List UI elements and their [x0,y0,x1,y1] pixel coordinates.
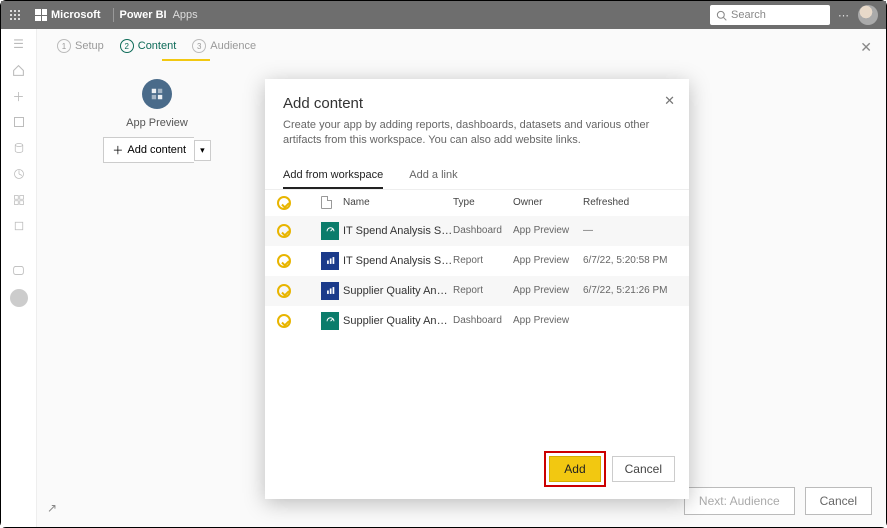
data-hub-icon[interactable] [12,141,26,155]
app-preview-panel: App Preview ＋Add content ▾ [97,79,217,163]
row-type: Report [453,285,513,296]
row-refreshed: 6/7/22, 5:21:26 PM [583,285,677,296]
tab-add-a-link[interactable]: Add a link [409,169,457,189]
metrics-icon[interactable] [12,167,26,181]
step-audience-label: Audience [210,40,256,52]
row-checkbox[interactable] [277,314,291,328]
modal-footer: Add Cancel [265,439,689,499]
app-launcher-icon[interactable] [1,9,29,21]
main-content: ✕ 1Setup 2Content 3Audience App Preview … [37,29,886,527]
add-content-dropdown[interactable]: ▾ [194,140,211,161]
step-content-label: Content [138,40,177,52]
row-owner: App Preview [513,315,583,326]
workspaces-icon[interactable] [12,263,26,277]
modal-description: Create your app by adding reports, dashb… [283,118,671,149]
content-table-header: Name Type Owner Refreshed [265,189,689,216]
plus-icon[interactable]: ＋ [12,89,26,103]
add-content-label: Add content [127,144,186,156]
app-tile-icon[interactable] [142,79,172,109]
col-owner: Owner [513,197,583,208]
dashboard-icon [321,222,339,240]
add-content-modal: ✕ Add content Create your app by adding … [265,79,689,499]
add-content-button[interactable]: ＋Add content [103,137,194,163]
close-wizard-icon[interactable]: ✕ [860,39,872,56]
row-name: IT Spend Analysis Sample [343,255,453,267]
row-checkbox[interactable] [277,284,291,298]
product-label: Power BI [120,9,167,21]
col-name: Name [343,197,453,208]
more-options-icon[interactable]: ⋯ [830,9,858,22]
section-label: Apps [173,9,198,21]
table-row[interactable]: Supplier Quality Analysis S...DashboardA… [265,306,689,336]
side-nav: ☰ ＋ [1,29,37,527]
search-input[interactable]: Search [710,5,830,25]
learn-icon[interactable] [12,219,26,233]
row-type: Dashboard [453,225,513,236]
browse-icon[interactable] [12,115,26,129]
modal-title: Add content [283,95,671,112]
row-name: Supplier Quality Analysis [343,285,453,297]
row-name: Supplier Quality Analysis S... [343,315,453,327]
dashboard-icon [321,312,339,330]
wizard-footer: Next: Audience Cancel [684,487,872,515]
menu-icon[interactable]: ☰ [12,37,26,51]
page-icon [321,196,332,209]
wizard-cancel-button[interactable]: Cancel [805,487,872,515]
tab-add-from-workspace[interactable]: Add from workspace [283,169,383,189]
user-avatar[interactable] [858,5,878,25]
report-icon [321,282,339,300]
add-content-split-button: ＋Add content ▾ [103,137,210,163]
row-checkbox[interactable] [277,224,291,238]
home-icon[interactable] [12,63,26,77]
row-name: IT Spend Analysis Sample [343,225,453,237]
step-audience[interactable]: 3Audience [192,39,256,53]
app-header: Microsoft Power BI Apps Search ⋯ [1,1,886,29]
report-icon [321,252,339,270]
modal-cancel-button[interactable]: Cancel [612,456,675,482]
step-setup[interactable]: 1Setup [57,39,104,53]
modal-add-button[interactable]: Add [549,456,600,482]
row-refreshed: 6/7/22, 5:20:58 PM [583,255,677,266]
active-step-underline [162,59,210,61]
app-preview-title: App Preview [126,117,188,129]
next-audience-button[interactable]: Next: Audience [684,487,795,515]
modal-close-icon[interactable]: ✕ [664,93,675,109]
wizard-steps: 1Setup 2Content 3Audience [37,29,886,63]
brand-label: Microsoft [51,9,101,21]
select-all-checkbox[interactable] [277,196,291,210]
col-refreshed: Refreshed [583,197,677,208]
search-icon [716,10,727,21]
row-checkbox[interactable] [277,254,291,268]
expand-nav-icon[interactable]: ↗ [47,501,57,515]
col-type: Type [453,197,513,208]
my-workspace-icon[interactable] [10,289,28,307]
microsoft-logo-icon [35,9,47,21]
row-owner: App Preview [513,255,583,266]
add-button-highlight: Add [544,451,605,487]
table-row[interactable]: Supplier Quality AnalysisReportApp Previ… [265,276,689,306]
microsoft-logo: Microsoft [29,9,107,21]
row-refreshed: — [583,225,677,236]
step-content[interactable]: 2Content [120,39,177,53]
row-owner: App Preview [513,285,583,296]
search-placeholder: Search [731,9,766,21]
step-setup-label: Setup [75,40,104,52]
modal-tabs: Add from workspace Add a link [265,159,689,189]
header-divider [113,8,114,22]
row-type: Dashboard [453,315,513,326]
row-owner: App Preview [513,225,583,236]
table-row[interactable]: IT Spend Analysis SampleDashboardApp Pre… [265,216,689,246]
content-table-body: IT Spend Analysis SampleDashboardApp Pre… [265,216,689,336]
row-type: Report [453,255,513,266]
apps-icon[interactable] [12,193,26,207]
table-row[interactable]: IT Spend Analysis SampleReportApp Previe… [265,246,689,276]
